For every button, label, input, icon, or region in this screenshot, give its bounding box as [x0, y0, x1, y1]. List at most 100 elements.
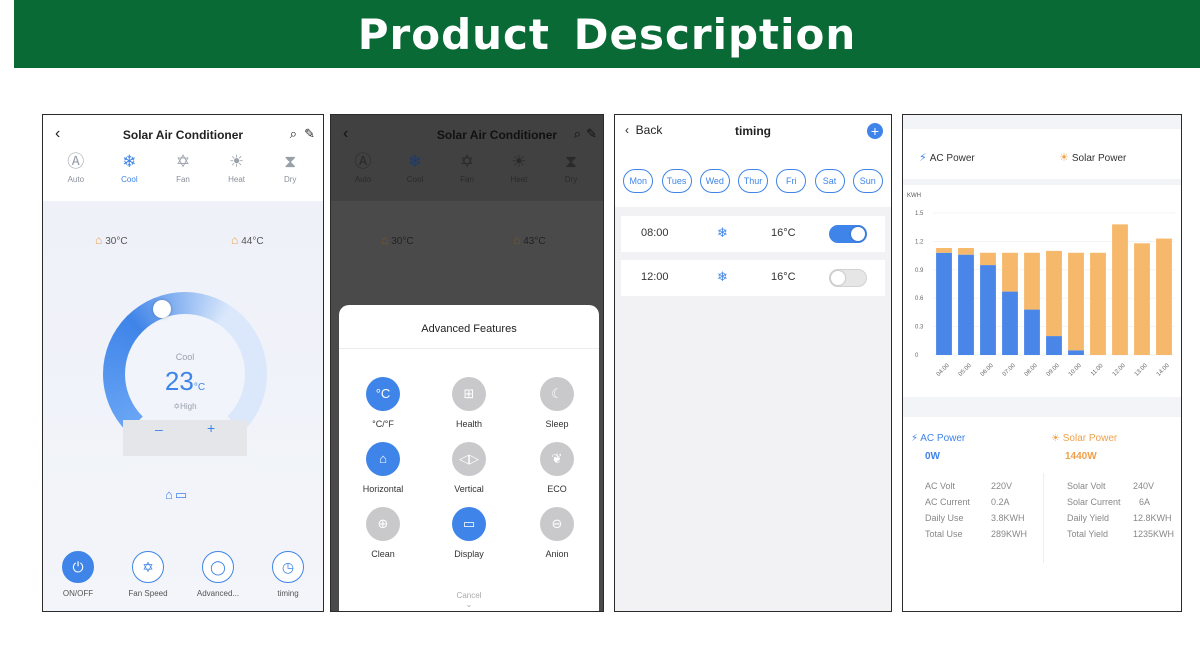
plus-icon: +	[870, 123, 880, 139]
bottom-label: timing	[277, 589, 299, 598]
outdoor-house-icon: ⌂	[513, 233, 521, 247]
mode-dry: ⧗ Dry	[551, 151, 591, 184]
mode-label: Fan	[176, 175, 190, 184]
legend-solar-label: Solar Power	[1071, 153, 1127, 164]
power-button[interactable]: ⏻ ON/OFF	[48, 551, 108, 598]
stat-label: Solar Current	[1067, 497, 1121, 507]
increase-temp-button[interactable]: +	[207, 420, 215, 436]
day-fri[interactable]: Fri	[776, 169, 807, 193]
timer-temp: 16°C	[771, 227, 796, 239]
mode-label: Cool	[406, 175, 424, 184]
feature-vertical[interactable]: ◁▷ Vertical	[429, 442, 509, 494]
outdoor-temp: ⌂ 44°C	[231, 233, 264, 247]
bar-solar	[958, 248, 974, 255]
feature-horizontal[interactable]: ⌂ Horizontal	[343, 442, 423, 494]
bar-ac	[1046, 336, 1062, 355]
add-timer-button[interactable]: +	[867, 123, 883, 139]
timing-button[interactable]: ◷ timing	[258, 551, 318, 598]
phone-main-screen: ‹ Solar Air Conditioner ⌕ ✎ Ⓐ Auto ❄ Cool …	[42, 114, 324, 612]
snowflake-icon: ❄	[407, 152, 423, 171]
solar-power-heading: ☀ Solar Power	[1051, 433, 1117, 444]
mode-dry[interactable]: ⧗ Dry	[270, 151, 310, 184]
feature-health[interactable]: ⊞ Health	[429, 377, 509, 429]
mode-fan: ✡ Fan	[447, 151, 487, 184]
feature-unit-toggle[interactable]: °C °C/°F	[343, 377, 423, 429]
bar-ac	[1024, 309, 1040, 355]
y-tick-label: 0.9	[915, 268, 924, 274]
day-thur[interactable]: Thur	[738, 169, 768, 193]
decrease-temp-button[interactable]: –	[155, 421, 163, 437]
banner-title: Product Description	[357, 9, 857, 59]
day-tues[interactable]: Tues	[661, 169, 692, 193]
stat-label: AC Current	[925, 497, 971, 507]
divider	[1043, 473, 1044, 563]
bottom-label: Fan Speed	[128, 589, 168, 598]
feature-eco[interactable]: ❦ ECO	[517, 442, 597, 494]
y-axis-label: KWH	[907, 193, 921, 199]
chevron-down-icon: ⌄	[465, 600, 473, 609]
feature-label: Vertical	[454, 484, 484, 494]
snowflake-icon: ❄	[122, 152, 137, 171]
day-wed[interactable]: Wed	[699, 169, 730, 193]
feature-label: Sleep	[545, 419, 569, 429]
bar-solar	[1090, 252, 1106, 355]
snowflake-icon: ❄	[717, 225, 728, 240]
page-title: timing	[735, 124, 771, 138]
day-sun[interactable]: Sun	[852, 169, 883, 193]
feature-sleep[interactable]: ☾ Sleep	[517, 377, 597, 429]
app-header: ‹ Solar Air Conditioner ⌕ ✎ Ⓐ Auto ❄ Cool …	[43, 115, 323, 201]
edit-icon[interactable]: ✎	[304, 126, 315, 142]
day-mon[interactable]: Mon	[623, 169, 654, 193]
feature-clean[interactable]: ⊕ Clean	[343, 507, 423, 559]
dimmed-header: ‹ Solar Air Conditioner ⌕ ✎ Ⓐ Auto ❄ Cool …	[331, 115, 603, 201]
stat-label: Total Use	[925, 529, 963, 539]
mode-label: Auto	[67, 175, 85, 184]
bottom-label: ON/OFF	[62, 589, 94, 598]
droplet-icon: ⧗	[284, 152, 297, 171]
day-selector: Mon Tues Wed Thur Fri Sat Sun	[615, 155, 891, 207]
stat-label: Daily Use	[925, 513, 964, 523]
outdoor-temp-value: 44°C	[241, 236, 264, 247]
timer-temp: 16°C	[771, 271, 796, 283]
x-tick-label: 11:00	[1090, 363, 1105, 378]
timer-row[interactable]: 08:00 ❄ 16°C	[621, 216, 885, 252]
fan-speed-button[interactable]: ✡ Fan Speed	[118, 551, 178, 598]
temperature-unit: °C	[193, 382, 206, 393]
indoor-temp-value: 30°C	[391, 236, 414, 247]
feature-display[interactable]: ▭ Display	[429, 507, 509, 559]
mode-cool[interactable]: ❄ Cool	[109, 151, 149, 184]
timer-toggle[interactable]	[829, 269, 867, 287]
power-icon: ⏻	[62, 551, 94, 583]
dial-center: Cool 23°C ✡High	[125, 314, 245, 434]
mode-fan[interactable]: ✡ Fan	[163, 151, 203, 184]
timer-toggle[interactable]	[829, 225, 867, 243]
edit-icon: ✎	[586, 126, 597, 141]
stat-value: 1235KWH	[1133, 529, 1175, 539]
cancel-button[interactable]: Cancel ⌄	[339, 591, 599, 609]
feature-anion[interactable]: ⊖ Anion	[517, 507, 597, 559]
mode-label: Cool	[121, 175, 138, 184]
dial-knob[interactable]	[153, 300, 171, 318]
sun-icon: ☀	[228, 152, 245, 171]
advanced-button[interactable]: ◯ Advanced...	[188, 551, 248, 598]
bar-ac	[1068, 350, 1084, 355]
mode-label: Fan	[460, 175, 474, 184]
mode-auto[interactable]: Ⓐ Auto	[56, 151, 96, 184]
fan-icon: ✡	[459, 152, 475, 171]
swing-icons[interactable]: ⌂▭	[165, 487, 189, 503]
x-tick-label: 09:00	[1046, 362, 1061, 377]
celsius-icon: °C	[366, 377, 400, 411]
timer-row[interactable]: 12:00 ❄ 16°C	[621, 260, 885, 296]
mode-selector: Ⓐ Auto ❄ Cool ✡ Fan ☀ Heat ⧗ Dry	[43, 151, 323, 184]
mode-heat: ☀ Heat	[499, 151, 539, 184]
stat-value: 3.8KWH	[991, 513, 1025, 523]
day-sat[interactable]: Sat	[814, 169, 845, 193]
mode-heat[interactable]: ☀ Heat	[217, 151, 257, 184]
app-title: Solar Air Conditioner	[436, 128, 558, 142]
stats-icon[interactable]: ⌕	[290, 126, 297, 142]
temperature-dial[interactable]: Cool 23°C ✡High – +	[103, 292, 267, 456]
x-tick-label: 05:00	[958, 362, 973, 377]
mode-auto: Ⓐ Auto	[343, 151, 383, 184]
dial-temperature: 23°C	[125, 366, 245, 397]
mode-label: Dry	[564, 175, 578, 184]
